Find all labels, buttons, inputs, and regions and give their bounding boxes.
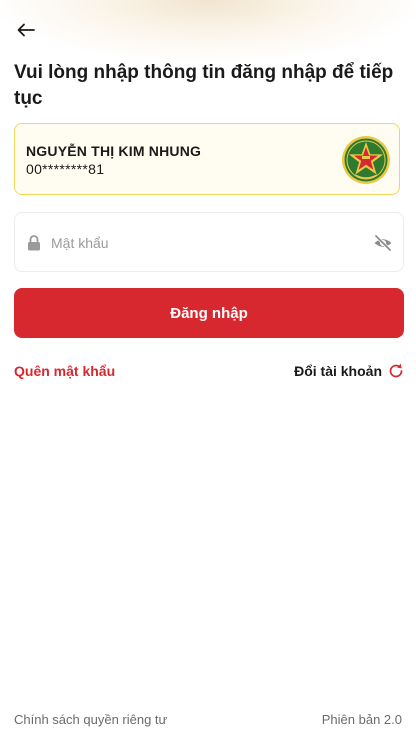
password-field-container (14, 212, 404, 272)
switch-account-button[interactable]: Đổi tài khoản (294, 363, 404, 379)
page-title: Vui lòng nhập thông tin đăng nhập để tiế… (14, 62, 394, 109)
lock-icon (28, 235, 40, 251)
app-version: Phiên bản 2.0 (321, 712, 402, 727)
login-button[interactable]: Đăng nhập (14, 288, 404, 338)
police-emblem-icon (342, 136, 390, 184)
header-decoration (0, 0, 416, 60)
forgot-password-link[interactable]: Quên mật khẩu (14, 363, 115, 379)
account-phone: 00********81 (26, 161, 105, 177)
account-card: NGUYỄN THỊ KIM NHUNG 00********81 (14, 123, 400, 195)
refresh-icon (389, 363, 403, 378)
back-button[interactable] (12, 16, 40, 44)
login-screen: Vui lòng nhập thông tin đăng nhập để tiế… (0, 0, 416, 744)
account-name: NGUYỄN THỊ KIM NHUNG (26, 143, 202, 159)
arrow-left-icon (17, 23, 35, 37)
eye-off-icon[interactable] (373, 233, 393, 253)
password-input[interactable] (51, 231, 351, 255)
switch-account-label: Đổi tài khoản (294, 363, 382, 379)
privacy-policy-link[interactable]: Chính sách quyền riêng tư (14, 712, 167, 727)
